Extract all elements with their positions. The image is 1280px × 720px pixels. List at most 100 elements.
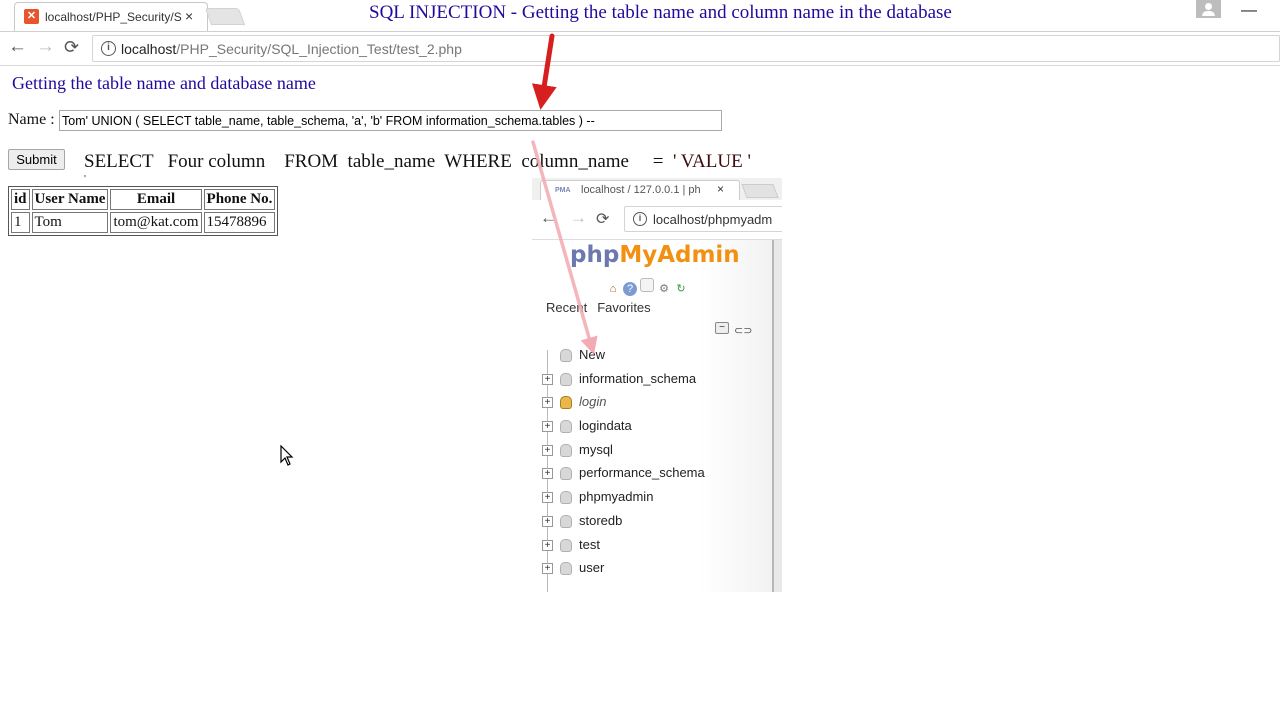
docs-icon (640, 278, 654, 292)
db-label: user (579, 560, 605, 576)
profile-icon[interactable] (1196, 0, 1221, 18)
browser-toolbar: ← → ⟳ i localhost/PHP_Security/SQL_Injec… (0, 31, 1280, 66)
pma-tab-close-icon: × (717, 182, 725, 196)
expand-icon: + (542, 444, 553, 456)
expand-icon: + (542, 515, 553, 527)
reload-icon[interactable]: ⟳ (64, 37, 79, 58)
locked-database-icon (560, 396, 572, 410)
new-database-icon (560, 349, 572, 362)
tree-item-phpmyadmin: + phpmyadmin (540, 486, 760, 510)
database-icon (560, 467, 572, 481)
tab-close-icon[interactable]: × (185, 8, 193, 24)
page-heading: Getting the table name and database name (12, 73, 316, 93)
phpmyadmin-screenshot: PMA localhost / 127.0.0.1 | ph × ← → ⟳ i… (532, 178, 782, 592)
url-text[interactable]: localhost/PHP_Security/SQL_Injection_Tes… (121, 41, 462, 57)
db-label: phpmyadmin (579, 489, 654, 505)
pma-toolbar: ← → ⟳ i localhost/phpmyadm (532, 200, 782, 240)
db-label: storedb (579, 512, 623, 528)
pma-quick-icons: ⌂? ⚙ ↻ (606, 278, 691, 297)
browser-tab-strip: ✕ localhost/PHP_Security/S × SQL INJECTI… (0, 0, 1280, 31)
sql-tick-mark: ' (84, 174, 86, 185)
forward-arrow-icon[interactable]: → (36, 36, 55, 58)
db-label: login (579, 394, 607, 410)
tree-item-test: + test (540, 534, 760, 558)
link-icon: ⊂⊃ (734, 325, 753, 337)
database-tree: New + information_schema + login + login… (540, 344, 760, 581)
expand-icon: + (542, 539, 553, 551)
pma-navigation-panel: phpMyAdmin ⌂? ⚙ ↻ Recent Favorites − ⊂⊃ New… (532, 240, 772, 592)
xampp-favicon-icon: ✕ (24, 9, 39, 24)
db-label: mysql (579, 441, 613, 457)
results-table: id User Name Email Phone No. 1 Tom tom@k… (8, 186, 279, 236)
mouse-cursor-icon (280, 445, 294, 466)
back-arrow-icon[interactable]: ← (8, 36, 27, 58)
cell-phone: 15478896 (203, 212, 276, 233)
url-host: localhost (121, 41, 177, 57)
url-path: /PHP_Security/SQL_Injection_Test/test_2.… (176, 41, 462, 57)
table-header-row: id User Name Email Phone No. (11, 189, 276, 210)
tree-item-mysql: + mysql (540, 439, 760, 463)
sql-annotation-value: ' VALUE ' (672, 151, 751, 172)
pma-tab-title: localhost / 127.0.0.1 | ph (581, 184, 701, 196)
database-icon (560, 538, 572, 552)
tree-item-information-schema: + information_schema (540, 368, 760, 392)
database-icon (560, 372, 572, 386)
header-phone: Phone No. (203, 189, 276, 210)
tree-item-user: + user (540, 557, 760, 581)
address-bar[interactable]: i localhost/PHP_Security/SQL_Injection_T… (92, 35, 1280, 62)
favorites-link: Favorites (597, 300, 651, 315)
cell-email: tom@kat.com (110, 212, 202, 233)
expand-icon: + (542, 468, 553, 480)
logo-php: php (570, 242, 620, 268)
tree-item-logindata: + logindata (540, 415, 760, 439)
recent-link: Recent (546, 300, 588, 315)
minimize-button[interactable]: — (1241, 2, 1257, 20)
help-icon: ? (623, 282, 637, 296)
expand-icon: + (542, 397, 553, 409)
pma-url: localhost/phpmyadm (653, 212, 773, 227)
db-label: performance_schema (579, 465, 705, 481)
db-label: information_schema (579, 370, 697, 386)
database-icon (560, 420, 572, 434)
db-label: New (579, 347, 606, 362)
pma-reload-icon: ⟳ (596, 211, 610, 228)
cell-user-name: Tom (31, 212, 109, 233)
sql-annotation-part1: SELECT Four column FROM table_name WHERE… (84, 151, 673, 172)
pma-scrollbar (772, 240, 782, 592)
submit-button[interactable]: Submit (8, 149, 65, 170)
tree-item-performance-schema: + performance_schema (540, 462, 760, 486)
pma-address-bar: i localhost/phpmyadm (624, 206, 782, 232)
video-title: SQL INJECTION - Getting the table name a… (369, 2, 952, 23)
new-tab-button[interactable] (204, 8, 246, 25)
home-icon: ⌂ (609, 283, 617, 295)
pma-info-icon: i (633, 212, 647, 226)
logo-myadmin: MyAdmin (619, 242, 740, 268)
expand-icon: + (542, 373, 553, 385)
collapse-all-icon: − (715, 322, 729, 334)
pma-favicon-icon: PMA (555, 187, 571, 194)
pma-tab-strip: PMA localhost / 127.0.0.1 | ph × (532, 178, 782, 200)
database-icon (560, 562, 572, 576)
name-input[interactable] (59, 110, 722, 131)
pma-new-tab (741, 184, 779, 198)
database-icon (560, 491, 572, 505)
header-email: Email (110, 189, 202, 210)
settings-icon: ⚙ (659, 283, 669, 295)
pma-back-arrow-icon: ← (540, 208, 557, 227)
header-id: id (11, 189, 30, 210)
tab-title: localhost/PHP_Security/S (45, 10, 182, 24)
reload-icon: ↻ (676, 283, 686, 295)
pma-browser-tab: PMA localhost / 127.0.0.1 | ph × (540, 180, 740, 200)
expand-icon: + (542, 421, 553, 433)
table-row: 1 Tom tom@kat.com 15478896 (11, 212, 276, 233)
sql-annotation: SELECT Four column FROM table_name WHERE… (84, 151, 751, 173)
tree-item-login: + login (540, 391, 760, 415)
info-icon[interactable]: i (101, 41, 116, 56)
header-user-name: User Name (31, 189, 109, 210)
name-label: Name : (8, 111, 55, 128)
database-icon (560, 514, 572, 528)
expand-icon: + (542, 563, 553, 575)
browser-tab[interactable]: ✕ localhost/PHP_Security/S × (14, 2, 208, 31)
tree-item-new: New (540, 344, 760, 368)
cell-id: 1 (11, 212, 30, 233)
